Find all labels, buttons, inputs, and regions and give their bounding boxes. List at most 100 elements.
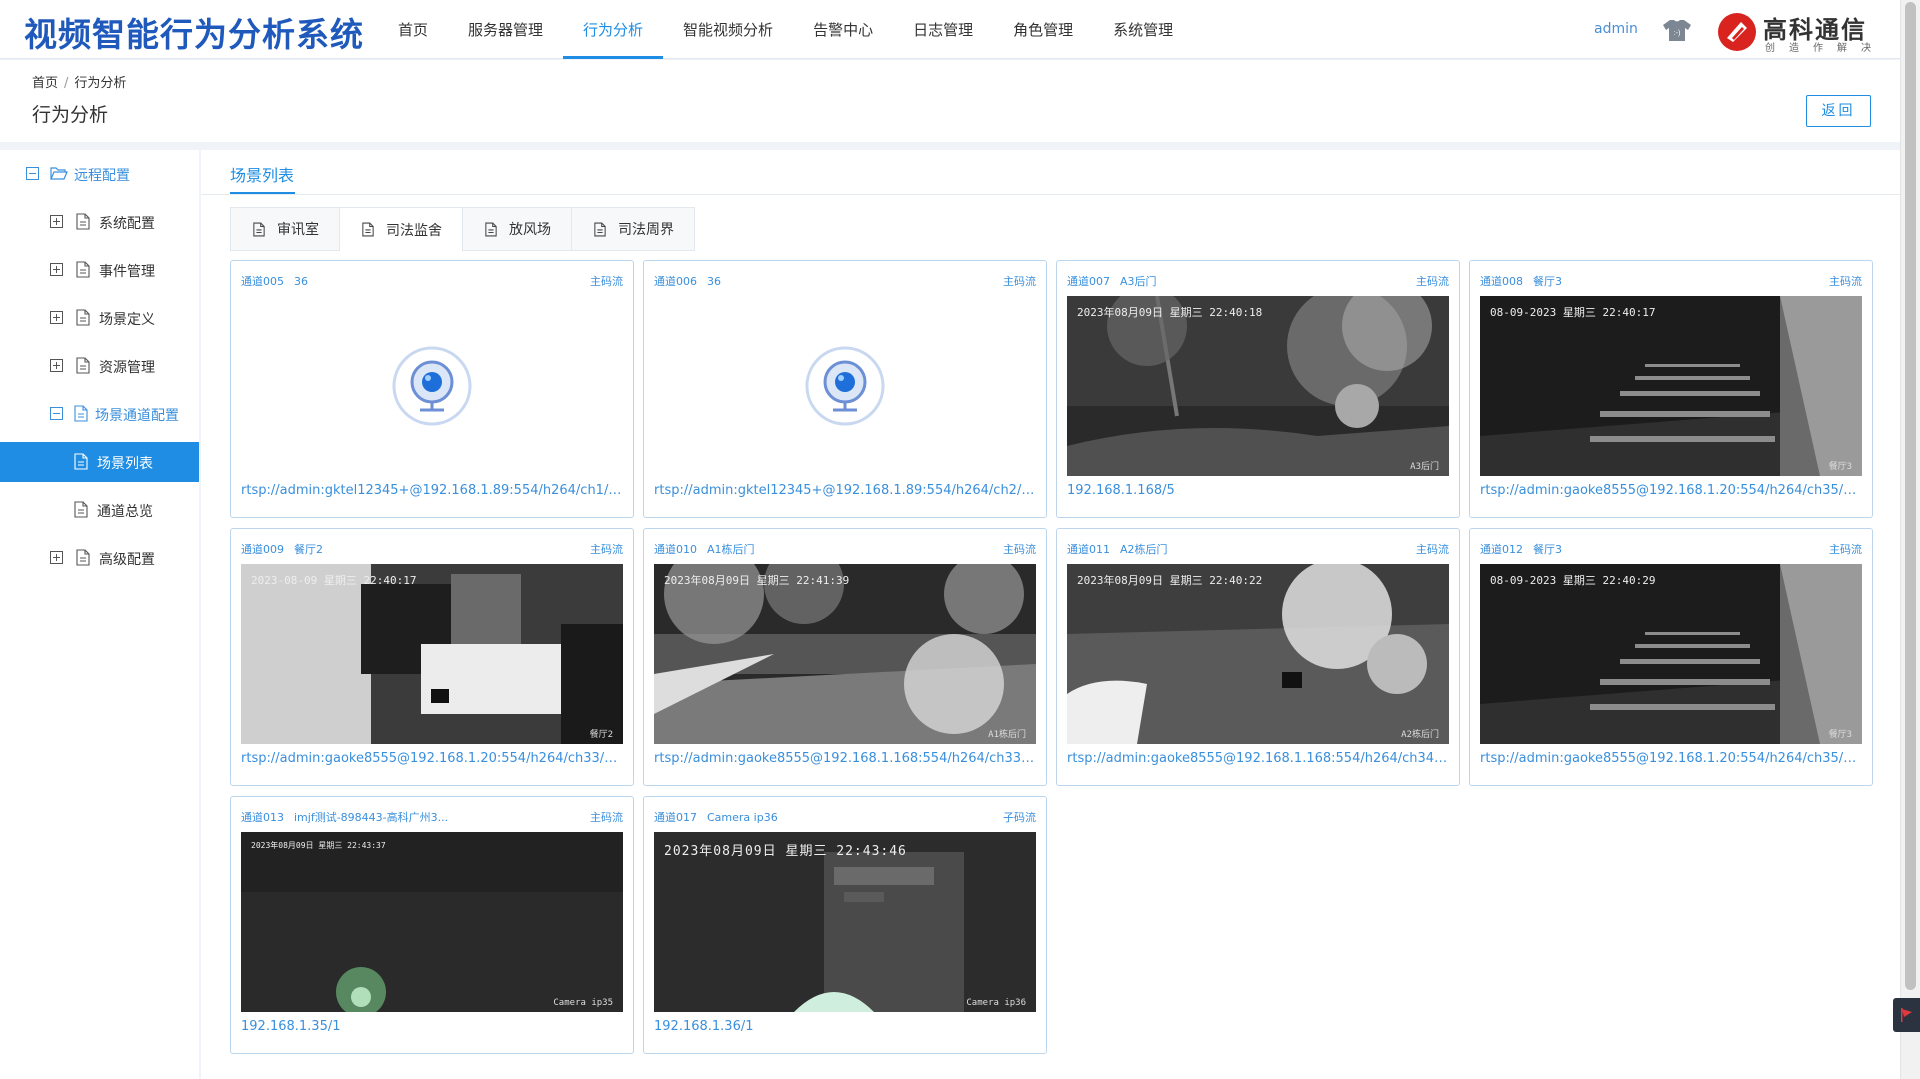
flag-icon	[1901, 1008, 1912, 1022]
channel-card[interactable]: 通道013 imjf测试-898443-高科广州3... 主码流 2023年08月…	[230, 796, 634, 1054]
collapse-icon[interactable]	[26, 167, 39, 180]
video-feed[interactable]: 2023年08月09日 星期三 22:41:39 A1栋后门	[654, 564, 1036, 744]
video-placeholder[interactable]	[654, 296, 1036, 476]
video-feed[interactable]: 08-09-2023 星期三 22:40:29 餐厅3	[1480, 564, 1862, 744]
stream-url[interactable]: rtsp://admin:gaoke8555@192.168.1.168:554…	[654, 751, 1038, 766]
tree-node-channel-overview[interactable]: 通道总览	[0, 490, 199, 530]
stream-url[interactable]: rtsp://admin:gaoke8555@192.168.1.20:554/…	[1480, 751, 1864, 766]
channel-id: 通道007	[1067, 275, 1110, 288]
scrollbar-thumb[interactable]	[1905, 2, 1916, 990]
nav-item-server-management[interactable]: 服务器管理	[448, 0, 563, 59]
video-feed[interactable]: 08-09-2023 星期三 22:40:17 餐厅3	[1480, 296, 1862, 476]
scene-tab-label: 审讯室	[277, 222, 319, 238]
card-header: 通道006 36	[654, 273, 721, 289]
channel-name: Camera ip36	[707, 811, 778, 824]
nav-item-role-management[interactable]: 角色管理	[993, 0, 1093, 59]
video-feed[interactable]: 2023-08-09 星期三 22:40:17 餐厅2	[241, 564, 623, 744]
channel-name: 餐厅3	[1533, 275, 1562, 288]
page-header: 首页 / 行为分析 行为分析 返回	[0, 60, 1900, 142]
feedback-button[interactable]	[1893, 998, 1920, 1032]
scene-tab-exercise-yard[interactable]: 放风场	[463, 208, 572, 250]
video-feed[interactable]: 2023年08月09日 星期三 22:43:37 Camera ip35	[241, 832, 623, 1012]
nav-item-system-management[interactable]: 系统管理	[1093, 0, 1193, 59]
channel-id: 通道010	[654, 543, 697, 556]
stream-url[interactable]: rtsp://admin:gaoke8555@192.168.1.20:554/…	[241, 751, 625, 766]
channel-card[interactable]: 通道009 餐厅2 主码流 2023-08-09 星期三 22:40:17 餐厅2…	[230, 528, 634, 786]
nav-item-smart-video-analysis[interactable]: 智能视频分析	[663, 0, 793, 59]
nav-item-home[interactable]: 首页	[378, 0, 448, 59]
channel-name: 餐厅3	[1533, 543, 1562, 556]
stream-url[interactable]: 192.168.1.35/1	[241, 1019, 625, 1034]
stream-url[interactable]: rtsp://admin:gaoke8555@192.168.1.168:554…	[1067, 751, 1451, 766]
scene-tab-label: 司法周界	[618, 222, 674, 238]
stream-url[interactable]: 192.168.1.36/1	[654, 1019, 1038, 1034]
channel-card[interactable]: 通道017 Camera ip36 子码流 2023年08月09日 星期三 22:…	[643, 796, 1047, 1054]
nav-item-behavior-analysis[interactable]: 行为分析	[563, 0, 664, 59]
channel-card[interactable]: 通道007 A3后门 主码流 2023年08月09日 星期三 22:40:18 A…	[1056, 260, 1460, 518]
breadcrumb-home[interactable]: 首页	[32, 76, 58, 91]
nav-item-log-management[interactable]: 日志管理	[893, 0, 993, 59]
back-button[interactable]: 返回	[1806, 95, 1871, 127]
scene-tab-interrogation-room[interactable]: 审讯室	[231, 208, 340, 250]
video-timestamp: 08-09-2023 星期三 22:40:29	[1490, 574, 1656, 587]
tree-label: 资源管理	[99, 360, 155, 376]
video-feed[interactable]: 2023年08月09日 星期三 22:43:46 Camera ip36	[654, 832, 1036, 1012]
camera-label: 餐厅2	[589, 730, 613, 740]
svg-text::-): :-)	[1674, 30, 1681, 37]
tree-node-scene-channel-config[interactable]: 场景通道配置	[0, 394, 199, 434]
scene-tab-label: 放风场	[509, 222, 551, 238]
scene-tab-judicial-perimeter[interactable]: 司法周界	[572, 208, 694, 250]
channel-name: A3后门	[1120, 275, 1157, 288]
expand-icon[interactable]	[50, 263, 63, 276]
channel-card[interactable]: 通道006 36 主码流 rtsp://admin:gktel12345+@192…	[643, 260, 1047, 518]
stream-url[interactable]: 192.168.1.168/5	[1067, 483, 1451, 498]
camera-label: A2栋后门	[1401, 730, 1439, 740]
video-timestamp: 2023年08月09日 星期三 22:43:37	[251, 841, 386, 850]
tree-node-advanced-config[interactable]: 高级配置	[0, 538, 199, 578]
channel-id: 通道008	[1480, 275, 1523, 288]
tree-label: 通道总览	[97, 504, 153, 520]
tree-label: 场景通道配置	[95, 408, 179, 424]
stream-url[interactable]: rtsp://admin:gktel12345+@192.168.1.89:55…	[654, 483, 1038, 498]
channel-id: 通道012	[1480, 543, 1523, 556]
channel-id: 通道017	[654, 811, 697, 824]
channel-id: 通道009	[241, 543, 284, 556]
card-header: 通道007 A3后门	[1067, 273, 1157, 289]
channel-name: 36	[707, 275, 721, 288]
video-placeholder[interactable]	[241, 296, 623, 476]
stream-url[interactable]: rtsp://admin:gaoke8555@192.168.1.20:554/…	[1480, 483, 1864, 498]
tree-node-remote-config[interactable]: 远程配置	[0, 154, 199, 194]
stream-type: 主码流	[590, 543, 623, 556]
channel-card[interactable]: 通道011 A2栋后门 主码流 2023年08月09日 星期三 22:40:22 …	[1056, 528, 1460, 786]
camera-feed-image	[1067, 564, 1449, 744]
tree-node-resource-management[interactable]: 资源管理	[0, 346, 199, 386]
tab-scene-list[interactable]: 场景列表	[230, 162, 294, 186]
expand-icon[interactable]	[50, 215, 63, 228]
tree-node-scene-definition[interactable]: 场景定义	[0, 298, 199, 338]
expand-icon[interactable]	[50, 359, 63, 372]
channel-card[interactable]: 通道008 餐厅3 主码流 08-09-2023 星期三 22:40:17 餐厅3…	[1469, 260, 1873, 518]
nav-item-alarm-center[interactable]: 告警中心	[793, 0, 893, 59]
tree-node-event-management[interactable]: 事件管理	[0, 250, 199, 290]
stream-url[interactable]: rtsp://admin:gktel12345+@192.168.1.89:55…	[241, 483, 625, 498]
expand-icon[interactable]	[50, 551, 63, 564]
card-header: 通道010 A1栋后门	[654, 541, 755, 557]
camera-feed-image	[241, 564, 623, 744]
tree-node-scene-list[interactable]: 场景列表	[0, 442, 199, 482]
collapse-icon[interactable]	[50, 407, 63, 420]
scene-tab-judicial-dormitory[interactable]: 司法监舍	[340, 207, 463, 251]
shirt-icon[interactable]: :-)	[1662, 18, 1692, 42]
stream-type: 主码流	[1416, 543, 1449, 556]
channel-card[interactable]: 通道010 A1栋后门 主码流 2023年08月09日 星期三 22:41:39 …	[643, 528, 1047, 786]
user-name[interactable]: admin	[1594, 21, 1638, 37]
channel-card[interactable]: 通道005 36 主码流 rtsp://admin:gktel12345+@192…	[230, 260, 634, 518]
tree-label: 远程配置	[74, 168, 130, 184]
tree-node-system-config[interactable]: 系统配置	[0, 202, 199, 242]
stream-type: 主码流	[590, 275, 623, 288]
channel-card[interactable]: 通道012 餐厅3 主码流 08-09-2023 星期三 22:40:29 餐厅3…	[1469, 528, 1873, 786]
vertical-scrollbar[interactable]	[1900, 0, 1920, 1079]
video-feed[interactable]: 2023年08月09日 星期三 22:40:22 A2栋后门	[1067, 564, 1449, 744]
expand-icon[interactable]	[50, 311, 63, 324]
logo-mark-icon	[1718, 13, 1756, 51]
video-feed[interactable]: 2023年08月09日 星期三 22:40:18 A3后门	[1067, 296, 1449, 476]
